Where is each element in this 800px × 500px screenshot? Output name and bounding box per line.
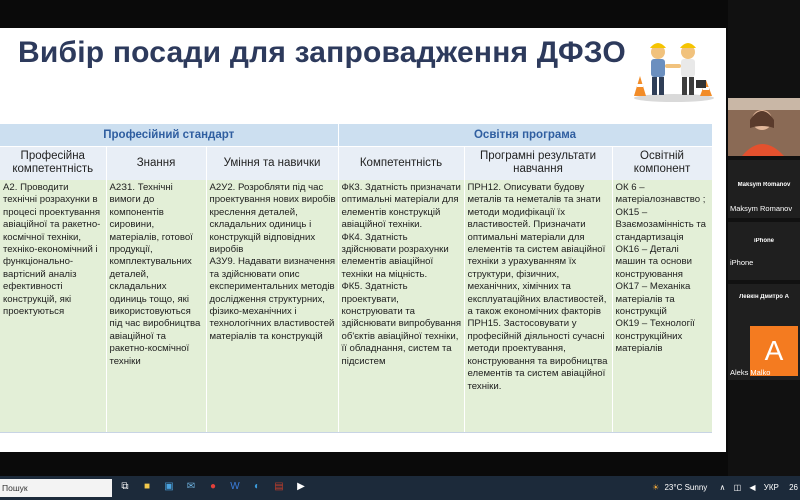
participant-name-label: Maksym Romanov: [737, 182, 791, 188]
chevron-up-icon[interactable]: ∧: [720, 483, 726, 492]
table-cell-skills: А2У2. Розробляти під час проектування но…: [206, 180, 339, 432]
slide-title: Вибір посади для запровадження ДФЗО: [18, 36, 626, 69]
engineers-clipart-icon: [634, 43, 714, 102]
participant-video-tile[interactable]: [728, 98, 800, 156]
powerpoint-icon[interactable]: ▤: [272, 480, 286, 494]
windows-taskbar: Пошук ⧉ ■ ▣ ✉ ● W ◐ ▤ ▶ ☀ 23°C Sunny ∧ ◫…: [0, 476, 800, 500]
column-header-competence: Компетентність: [338, 145, 465, 180]
column-header-professional-competence: Професійна компетентність: [0, 145, 107, 180]
table-cell-knowledge: А2З1. Технічні вимоги до компонентів сир…: [106, 180, 207, 432]
slide-divider: [0, 432, 712, 433]
participant-tile-maksym[interactable]: Maksym Romanov Maksym Romanov: [728, 160, 800, 218]
taskbar-search-input[interactable]: Пошук: [0, 479, 112, 497]
keyboard-language[interactable]: УКР: [764, 483, 779, 492]
participant-name-caption: Aleks Malko: [730, 368, 771, 377]
mail-icon[interactable]: ✉: [184, 480, 198, 494]
edge-icon[interactable]: ◐: [250, 480, 264, 494]
column-header-educational-component: Освітній компонент: [612, 145, 713, 180]
store-icon[interactable]: ▣: [162, 480, 176, 494]
column-header-learning-outcomes: Програмні результати навчання: [464, 145, 613, 180]
network-icon[interactable]: ◫: [734, 483, 742, 492]
file-explorer-icon[interactable]: ■: [140, 480, 154, 494]
table-cell-learning-outcomes: ПРН12. Описувати будову металів та немет…: [464, 180, 613, 432]
screen-share-window: Вибір посади для запровадження ДФЗО Проф…: [0, 0, 800, 500]
system-tray: ☀ 23°C Sunny ∧ ◫ ◀ УКР 26: [652, 476, 800, 500]
participant-name-caption: Maksym Romanov: [730, 204, 793, 213]
participant-tile-aleks[interactable]: Левкін Дмитро А A Aleks Malko: [728, 284, 800, 380]
volume-icon[interactable]: ◀: [749, 483, 755, 492]
table-row: А2. Проводити технічні розрахунки в проц…: [0, 180, 713, 432]
weather-status[interactable]: 23°C Sunny: [664, 483, 707, 492]
chrome-icon[interactable]: ●: [206, 480, 220, 494]
media-player-icon[interactable]: ▶: [294, 480, 308, 494]
participant-name-label: iPhone: [753, 238, 774, 244]
participant-tile-iphone[interactable]: iPhone iPhone: [728, 222, 800, 280]
clock[interactable]: 26: [789, 483, 798, 492]
column-header-knowledge: Знання: [106, 145, 207, 180]
weather-icon: ☀: [652, 483, 660, 492]
comparison-table: Професійний стандарт Освітня програма Пр…: [0, 124, 713, 432]
group-header-educational-program: Освітня програма: [338, 124, 713, 146]
task-view-icon[interactable]: ⧉: [118, 480, 132, 494]
participants-panel: Maksym Romanov Maksym Romanov iPhone iPh…: [728, 0, 800, 476]
group-header-professional-standard: Професійний стандарт: [0, 124, 339, 146]
participant-name-label: Левкін Дмитро А: [739, 294, 789, 300]
participant-name-caption: iPhone: [730, 258, 754, 267]
table-cell-professional-competence: А2. Проводити технічні розрахунки в проц…: [0, 180, 107, 432]
table-cell-competence: ФК3. Здатність призначати оптимальні мат…: [338, 180, 465, 432]
presentation-slide: Вибір посади для запровадження ДФЗО Проф…: [0, 28, 726, 452]
column-header-skills: Уміння та навички: [206, 145, 339, 180]
table-cell-educational-component: ОК 6 – матеріалознавство ; ОК15 – Взаємо…: [612, 180, 713, 432]
participant-video-icon: [728, 98, 800, 156]
word-icon[interactable]: W: [228, 480, 242, 494]
